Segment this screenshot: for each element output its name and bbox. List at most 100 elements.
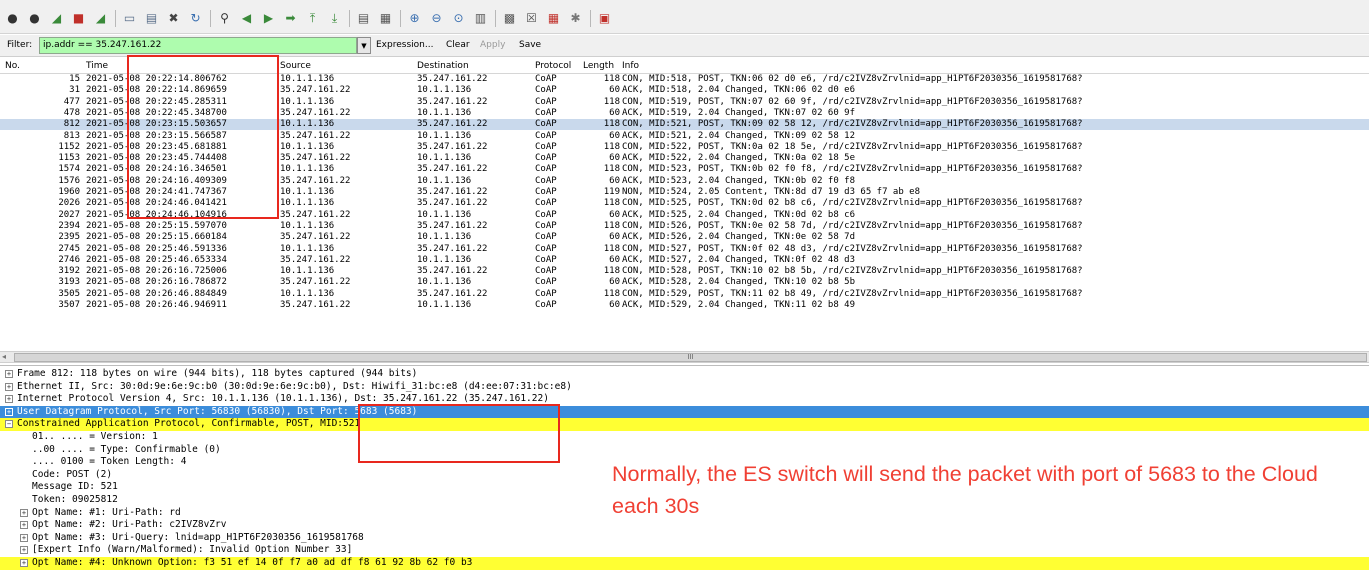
save-file-icon[interactable]: ▤ (143, 10, 160, 27)
packet-row[interactable]: 3192 2021-05-08 20:26:16.725006 10.1.1.136… (0, 266, 1369, 277)
close-file-icon[interactable]: ✖ (165, 10, 182, 27)
detail-row-frame[interactable]: + Frame 812: 118 bytes on wire (944 bits)… (0, 368, 1369, 381)
packet-source: 10.1.1.136 (280, 243, 335, 254)
packet-no: 31 (69, 85, 80, 96)
column-header-length[interactable]: Length (583, 61, 614, 71)
expand-icon[interactable]: + (20, 521, 28, 530)
packet-row[interactable]: 3507 2021-05-08 20:26:46.946911 35.247.161… (0, 300, 1369, 311)
open-file-icon[interactable]: ▭ (121, 10, 138, 27)
packet-row[interactable]: 3193 2021-05-08 20:26:16.786872 35.247.161… (0, 277, 1369, 288)
packet-row[interactable]: 2394 2021-05-08 20:25:15.597070 10.1.1.136… (0, 221, 1369, 232)
expand-icon[interactable]: + (5, 407, 13, 416)
clear-button[interactable]: Clear (446, 40, 470, 50)
save-filter-button[interactable]: Save (519, 40, 541, 50)
filter-label: Filter: (7, 40, 33, 50)
scroll-left-arrow-icon[interactable]: ◂ (2, 352, 6, 361)
detail-text: 01.. .... = Version: 1 (32, 431, 158, 442)
column-header-no[interactable]: No. (5, 61, 20, 71)
toolbar-separator (210, 9, 211, 27)
packet-no: 2395 (58, 232, 80, 243)
packet-row[interactable]: 3505 2021-05-08 20:26:46.884849 10.1.1.136… (0, 289, 1369, 300)
packet-source: 10.1.1.136 (280, 141, 335, 152)
packet-info: NON, MID:524, 2.05 Content, TKN:8d d7 19… (622, 187, 921, 197)
restart-capture-icon[interactable]: ◢ (92, 10, 109, 27)
packet-no: 2746 (58, 254, 80, 265)
preferences-icon[interactable]: ✱ (567, 10, 584, 27)
expand-icon[interactable]: + (5, 382, 13, 391)
packet-length: 119 (603, 187, 620, 197)
expression-button[interactable]: Expression... (376, 40, 433, 50)
start-capture-icon[interactable]: ◢ (48, 10, 65, 27)
packet-time: 2021-05-08 20:26:46.946911 (86, 300, 227, 310)
display-filter-input[interactable]: ip.addr == 35.247.161.22 (39, 37, 357, 54)
packet-protocol: CoAP (535, 130, 557, 141)
packet-no: 3505 (58, 288, 80, 299)
detail-row-coap-version[interactable]: 01.. .... = Version: 1 (0, 431, 1369, 444)
detail-text: Message ID: 521 (32, 481, 118, 493)
expand-icon[interactable]: + (20, 533, 28, 542)
stop-capture-icon[interactable]: ■ (70, 10, 87, 27)
detail-row-coap-type[interactable]: ..00 .... = Type: Confirmable (0) (0, 444, 1369, 457)
column-header-protocol[interactable]: Protocol (535, 61, 571, 71)
apply-button[interactable]: Apply (480, 40, 505, 50)
expand-icon[interactable]: + (20, 508, 28, 517)
column-header-source[interactable]: Source (280, 61, 311, 71)
zoom-in-icon[interactable]: ⊕ (406, 10, 423, 27)
packet-info: ACK, MID:522, 2.04 Changed, TKN:0a 02 18… (622, 153, 855, 164)
packet-destination: 10.1.1.136 (417, 209, 472, 220)
forward-icon[interactable]: ▶ (260, 10, 277, 27)
go-to-packet-icon[interactable]: ➡ (282, 10, 299, 27)
packet-row[interactable]: 2745 2021-05-08 20:25:46.591336 10.1.1.136… (0, 244, 1369, 255)
display-filters-icon[interactable]: ☒ (523, 10, 540, 27)
colorize-icon[interactable]: ▤ (355, 10, 372, 27)
packet-destination: 35.247.161.22 (417, 119, 488, 130)
packet-length: 118 (603, 74, 620, 84)
last-packet-icon[interactable]: ⤓ (326, 10, 343, 27)
expand-icon[interactable]: + (20, 546, 28, 555)
toolbar-icons: ● ● ◢ ■ ◢ ▭ ▤ ✖ ↻ ⚲ ◀ ▶ ➡ ⤒ ⤓ ▤ ▦ ⊕ ⊖ ⊙ ▥ ▩ ☒ ▦ ✱ ▣ (4, 8, 618, 28)
expand-icon[interactable]: + (5, 370, 13, 378)
back-icon[interactable]: ◀ (238, 10, 255, 27)
packet-time: 2021-05-08 20:25:15.660184 (86, 232, 227, 243)
help-icon[interactable]: ▣ (596, 10, 613, 27)
expand-icon[interactable]: + (20, 559, 28, 567)
capture-filters-icon[interactable]: ▩ (501, 10, 518, 27)
collapse-icon[interactable]: − (5, 420, 13, 429)
zoom-out-icon[interactable]: ⊖ (428, 10, 445, 27)
packet-no: 477 (63, 96, 80, 107)
filter-history-dropdown[interactable]: ▼ (357, 37, 371, 54)
detail-text: Code: POST (2) (32, 468, 113, 480)
interface-list-icon[interactable]: ● (4, 10, 21, 27)
packet-time: 2021-05-08 20:26:46.884849 (86, 288, 227, 299)
capture-options-icon[interactable]: ● (26, 10, 43, 27)
packet-no: 15 (69, 74, 80, 84)
detail-row-opt-4[interactable]: + Opt Name: #4: Unknown Option: f3 51 ef … (0, 557, 1369, 570)
filter-bar: Filter: ip.addr == 35.247.161.22 ▼ Expre… (0, 35, 1369, 57)
packet-no: 1574 (58, 164, 80, 175)
packet-row[interactable]: 2746 2021-05-08 20:25:46.653334 35.247.161… (0, 255, 1369, 266)
detail-row-ethernet[interactable]: + Ethernet II, Src: 30:0d:9e:6e:9c:b0 (30… (0, 381, 1369, 394)
packet-source: 10.1.1.136 (280, 74, 335, 84)
detail-row-opt-3[interactable]: + Opt Name: #3: Uri-Query: lnid=app_H1PT6… (0, 532, 1369, 545)
resize-columns-icon[interactable]: ▥ (472, 10, 489, 27)
expand-icon[interactable]: + (5, 395, 13, 404)
first-packet-icon[interactable]: ⤒ (304, 10, 321, 27)
coloring-rules-icon[interactable]: ▦ (545, 10, 562, 27)
normal-size-icon[interactable]: ⊙ (450, 10, 467, 27)
autoscroll-icon[interactable]: ▦ (377, 10, 394, 27)
find-icon[interactable]: ⚲ (216, 10, 233, 27)
detail-text: Token: 09025812 (32, 494, 118, 505)
column-header-info[interactable]: Info (622, 61, 639, 71)
scrollbar-thumb[interactable]: III (14, 353, 1367, 362)
detail-row-expert-info[interactable]: + [Expert Info (Warn/Malformed): Invalid … (0, 544, 1369, 557)
detail-row-ipv4[interactable]: + Internet Protocol Version 4, Src: 10.1.… (0, 393, 1369, 406)
packet-row[interactable]: 2395 2021-05-08 20:25:15.660184 35.247.161… (0, 232, 1369, 243)
reload-icon[interactable]: ↻ (187, 10, 204, 27)
packet-protocol: CoAP (535, 85, 557, 96)
detail-row-udp[interactable]: + User Datagram Protocol, Src Port: 56830… (0, 405, 1369, 419)
packet-destination: 35.247.161.22 (417, 164, 488, 175)
column-header-destination[interactable]: Destination (417, 61, 469, 71)
packet-list-hscrollbar[interactable]: ◂ III (0, 351, 1369, 363)
column-header-time[interactable]: Time (86, 61, 108, 71)
detail-row-coap[interactable]: − Constrained Application Protocol, Confi… (0, 418, 1369, 431)
